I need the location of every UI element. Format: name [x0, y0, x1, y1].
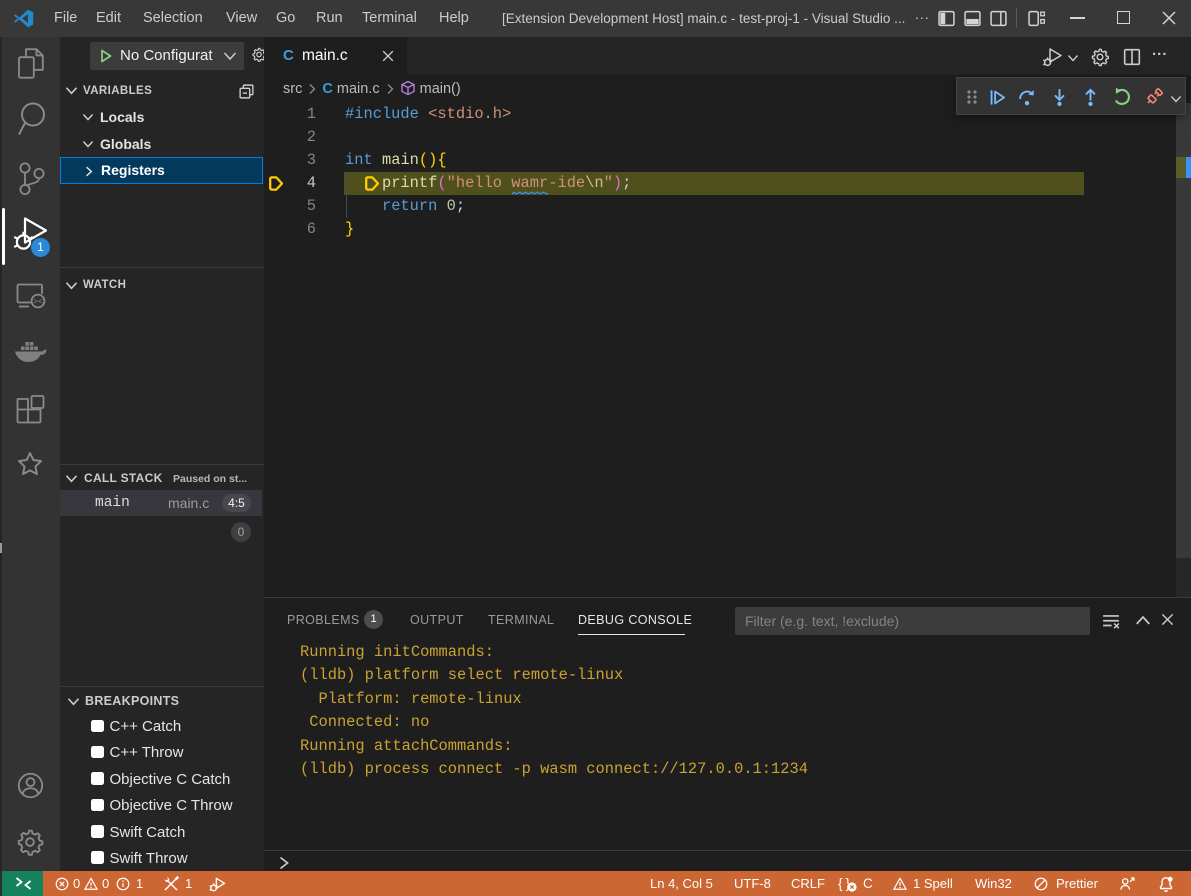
svg-text:><: >< [33, 298, 43, 307]
